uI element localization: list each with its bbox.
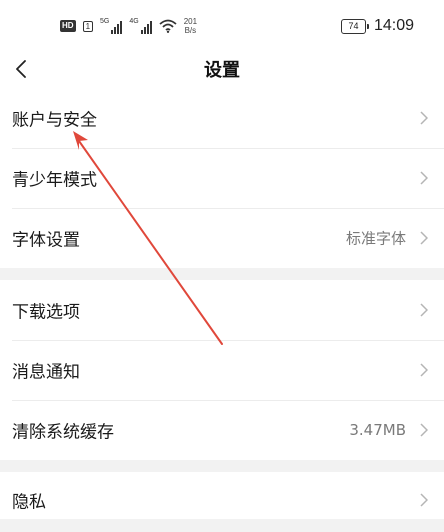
- chevron-right-icon: [420, 111, 428, 125]
- chevron-right-icon: [420, 493, 428, 507]
- signal-icon-sim1: 5G: [100, 18, 123, 34]
- settings-item-teen-mode[interactable]: 青少年模式: [0, 148, 444, 208]
- settings-group-privacy: 隐私: [0, 472, 444, 519]
- network-type-2: 4G: [129, 18, 139, 25]
- status-time: 14:09: [373, 17, 414, 34]
- settings-item-label: 青少年模式: [12, 170, 97, 191]
- chevron-right-icon: [420, 303, 428, 317]
- battery-icon: 74: [340, 18, 369, 34]
- settings-item-value: 3.47MB: [349, 421, 406, 439]
- settings-item-download-options[interactable]: 下载选项: [0, 280, 444, 340]
- nav-bar: 设置: [0, 50, 444, 88]
- chevron-right-icon: [420, 171, 428, 185]
- settings-item-clear-cache[interactable]: 清除系统缓存 3.47MB: [0, 400, 444, 460]
- settings-item-label: 消息通知: [12, 362, 80, 383]
- settings-group-general: 下载选项 消息通知 清除系统缓存 3.47MB: [0, 280, 444, 460]
- network-speed-value: 201: [183, 17, 198, 26]
- status-bar: HD 1 5G 4G 201 B/s 74 14:09: [0, 0, 444, 50]
- status-bar-right: 74 14:09: [340, 14, 414, 38]
- network-speed-unit: B/s: [184, 26, 197, 35]
- settings-item-font-settings[interactable]: 字体设置 标准字体: [0, 208, 444, 268]
- settings-item-label: 字体设置: [12, 230, 80, 251]
- network-speed: 201 B/s: [184, 17, 197, 35]
- signal-icon-sim2: 4G: [129, 18, 152, 34]
- settings-item-value: 标准字体: [345, 229, 406, 248]
- settings-item-notifications[interactable]: 消息通知: [0, 340, 444, 400]
- settings-item-label: 清除系统缓存: [12, 422, 114, 443]
- hd-voice-icon: HD: [60, 20, 76, 32]
- settings-item-label: 账户与安全: [12, 110, 97, 131]
- settings-item-label: 隐私: [12, 492, 46, 513]
- chevron-right-icon: [420, 231, 428, 245]
- settings-item-account-security[interactable]: 账户与安全: [0, 88, 444, 148]
- sim-slot-badge: 1: [82, 20, 94, 32]
- settings-item-privacy[interactable]: 隐私: [0, 472, 444, 532]
- chevron-right-icon: [420, 423, 428, 437]
- chevron-right-icon: [420, 363, 428, 377]
- wifi-icon: [159, 19, 177, 33]
- page-title: 设置: [204, 60, 240, 81]
- settings-item-label: 下载选项: [12, 302, 80, 323]
- settings-group-account: 账户与安全 青少年模式 字体设置 标准字体: [0, 88, 444, 268]
- network-type-1: 5G: [100, 18, 110, 25]
- status-bar-left: HD 1 5G 4G 201 B/s: [60, 14, 197, 38]
